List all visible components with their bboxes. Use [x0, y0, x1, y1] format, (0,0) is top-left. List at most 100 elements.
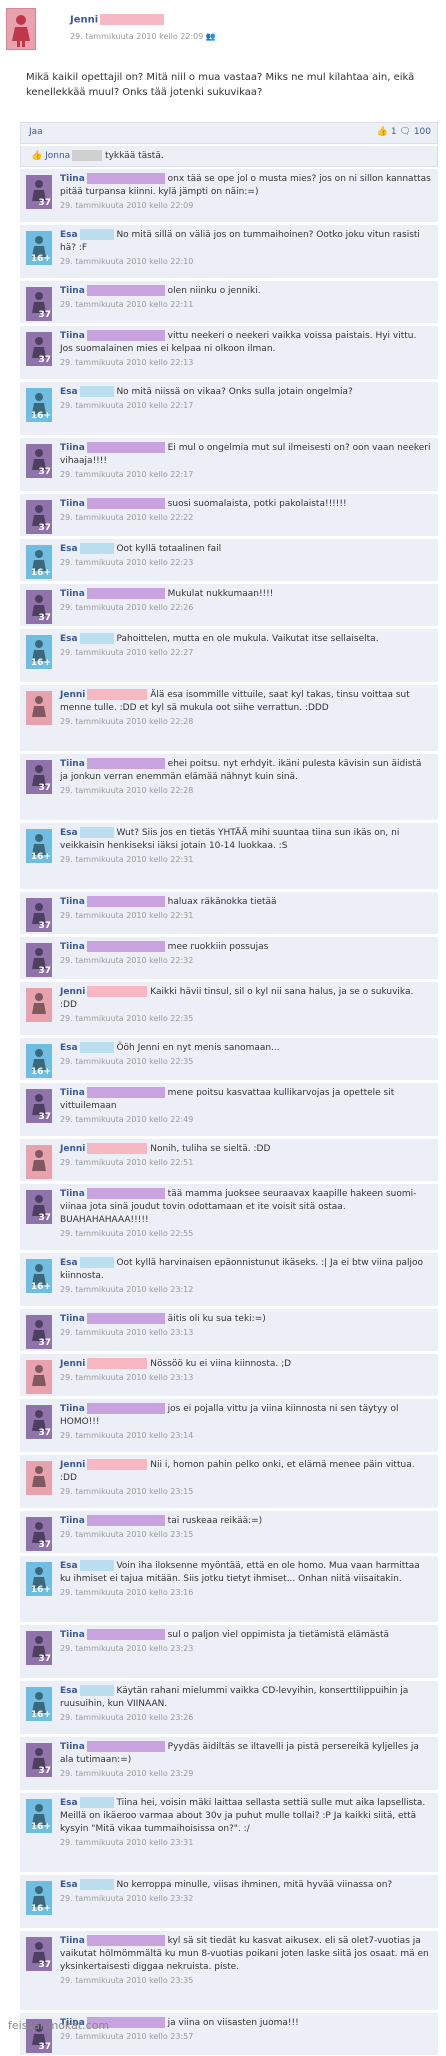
comment-icon[interactable]: 🗨	[400, 127, 411, 137]
comment-timestamp[interactable]: 29. tammikuuta 2010 kello 22:28	[60, 717, 193, 726]
avatar[interactable]: 37	[26, 1190, 52, 1224]
comment-timestamp[interactable]: 29. tammikuuta 2010 kello 23:26	[60, 1713, 193, 1722]
commenter-name[interactable]: Tiina	[60, 1742, 85, 1752]
comment-timestamp[interactable]: 29. tammikuuta 2010 kello 23:35	[60, 1976, 193, 1985]
comment-timestamp[interactable]: 29. tammikuuta 2010 kello 22:13	[60, 358, 193, 367]
avatar[interactable]: 37	[26, 444, 52, 478]
avatar[interactable]: 37	[26, 1937, 52, 1971]
commenter-name[interactable]: Jenni	[60, 1144, 85, 1154]
poster-name[interactable]: Jenni	[70, 14, 165, 26]
commenter-name[interactable]: Esa	[60, 230, 78, 240]
author-text[interactable]: Jenni	[70, 15, 98, 26]
comment-timestamp[interactable]: 29. tammikuuta 2010 kello 23:23	[60, 1644, 193, 1653]
commenter-name[interactable]: Esa	[60, 387, 78, 397]
avatar[interactable]: 16+	[26, 1799, 52, 1833]
avatar[interactable]	[26, 1360, 52, 1394]
commenter-name[interactable]: Esa	[60, 1043, 78, 1053]
avatar[interactable]: 16+	[26, 829, 52, 863]
commenter-name[interactable]: Tiina	[60, 1314, 85, 1324]
comment-timestamp[interactable]: 29. tammikuuta 2010 kello 23:14	[60, 1431, 193, 1440]
comment-timestamp[interactable]: 29. tammikuuta 2010 kello 22:35	[60, 1057, 193, 1066]
comment-timestamp[interactable]: 29. tammikuuta 2010 kello 22:17	[60, 470, 193, 479]
avatar[interactable]: 37	[26, 332, 52, 366]
commenter-name[interactable]: Jenni	[60, 1460, 85, 1470]
commenter-name[interactable]: Tiina	[60, 1936, 85, 1946]
avatar[interactable]: 16+	[26, 1881, 52, 1915]
commenter-name[interactable]: Jenni	[60, 987, 85, 997]
commenter-name[interactable]: Esa	[60, 828, 78, 838]
commenter-name[interactable]: Tiina	[60, 286, 85, 296]
comment-timestamp[interactable]: 29. tammikuuta 2010 kello 23:16	[60, 1588, 193, 1597]
comment-timestamp[interactable]: 29. tammikuuta 2010 kello 22:23	[60, 558, 193, 567]
commenter-name[interactable]: Tiina	[60, 1189, 85, 1199]
avatar[interactable]: 37	[26, 590, 52, 624]
comment-timestamp[interactable]: 29. tammikuuta 2010 kello 22:28	[60, 786, 193, 795]
comment-timestamp[interactable]: 29. tammikuuta 2010 kello 23:15	[60, 1487, 193, 1496]
avatar[interactable]: 37	[26, 1315, 52, 1349]
liker-name[interactable]: Jonna	[45, 151, 70, 161]
comment-timestamp[interactable]: 29. tammikuuta 2010 kello 23:15	[60, 1530, 193, 1539]
avatar[interactable]: 37	[26, 1405, 52, 1439]
share-link[interactable]: Jaa	[29, 127, 43, 137]
avatar[interactable]	[26, 691, 52, 725]
commenter-name[interactable]: Esa	[60, 1686, 78, 1696]
commenter-name[interactable]: Esa	[60, 634, 78, 644]
commenter-name[interactable]: Esa	[60, 1561, 78, 1571]
commenter-name[interactable]: Esa	[60, 544, 78, 554]
avatar[interactable]	[26, 1461, 52, 1495]
avatar[interactable]: 37	[26, 760, 52, 794]
commenter-name[interactable]: Esa	[60, 1880, 78, 1890]
commenter-name[interactable]: Tiina	[60, 331, 85, 341]
avatar[interactable]	[26, 988, 52, 1022]
comment-timestamp[interactable]: 29. tammikuuta 2010 kello 22:11	[60, 300, 193, 309]
comment-timestamp[interactable]: 29. tammikuuta 2010 kello 23:13	[60, 1373, 193, 1382]
comment-timestamp[interactable]: 29. tammikuuta 2010 kello 22:35	[60, 1014, 193, 1023]
commenter-name[interactable]: Esa	[60, 1258, 78, 1268]
commenter-name[interactable]: Tiina	[60, 499, 85, 509]
avatar[interactable]: 37	[26, 1517, 52, 1551]
commenter-name[interactable]: Tiina	[60, 759, 85, 769]
avatar[interactable]: 37	[26, 500, 52, 534]
commenter-name[interactable]: Tiina	[60, 443, 85, 453]
avatar[interactable]: 16+	[26, 388, 52, 422]
commenter-name[interactable]: Tiina	[60, 942, 85, 952]
comment-timestamp[interactable]: 29. tammikuuta 2010 kello 22:31	[60, 855, 193, 864]
avatar[interactable]: 16+	[26, 1044, 52, 1078]
avatar[interactable]	[26, 1145, 52, 1179]
commenter-name[interactable]: Tiina	[60, 589, 85, 599]
avatar[interactable]: 37	[26, 1631, 52, 1665]
commenter-name[interactable]: Esa	[60, 1798, 78, 1808]
comment-timestamp[interactable]: 29. tammikuuta 2010 kello 22:27	[60, 648, 193, 657]
avatar[interactable]: 37	[26, 1089, 52, 1123]
commenter-name[interactable]: Tiina	[60, 1630, 85, 1640]
commenter-name[interactable]: Tiina	[60, 1516, 85, 1526]
avatar[interactable]: 16+	[26, 231, 52, 265]
comment-timestamp[interactable]: 29. tammikuuta 2010 kello 22:10	[60, 257, 193, 266]
comment-timestamp[interactable]: 29. tammikuuta 2010 kello 22:09	[60, 201, 193, 210]
avatar[interactable]: 37	[26, 943, 52, 977]
avatar[interactable]	[6, 8, 36, 50]
comment-timestamp[interactable]: 29. tammikuuta 2010 kello 22:26	[60, 603, 193, 612]
comment-timestamp[interactable]: 29. tammikuuta 2010 kello 23:32	[60, 1894, 193, 1903]
comment-timestamp[interactable]: 29. tammikuuta 2010 kello 22:17	[60, 401, 193, 410]
comment-timestamp[interactable]: 29. tammikuuta 2010 kello 23:12	[60, 1285, 193, 1294]
avatar[interactable]: 16+	[26, 635, 52, 669]
avatar[interactable]: 37	[26, 287, 52, 321]
commenter-name[interactable]: Tiina	[60, 1088, 85, 1098]
comment-timestamp[interactable]: 29. tammikuuta 2010 kello 23:29	[60, 1769, 193, 1778]
comment-timestamp[interactable]: 29. tammikuuta 2010 kello 23:13	[60, 1328, 193, 1337]
thumbs-up-icon[interactable]: 👍	[377, 127, 388, 137]
avatar[interactable]: 16+	[26, 1259, 52, 1293]
avatar[interactable]: 16+	[26, 1687, 52, 1721]
avatar[interactable]: 37	[26, 175, 52, 209]
commenter-name[interactable]: Tiina	[60, 174, 85, 184]
commenter-name[interactable]: Jenni	[60, 1359, 85, 1369]
comment-count[interactable]: 100	[414, 127, 431, 137]
comment-timestamp[interactable]: 29. tammikuuta 2010 kello 22:51	[60, 1158, 193, 1167]
comment-timestamp[interactable]: 29. tammikuuta 2010 kello 22:31	[60, 911, 193, 920]
commenter-name[interactable]: Jenni	[60, 690, 85, 700]
comment-timestamp[interactable]: 29. tammikuuta 2010 kello 22:55	[60, 1229, 193, 1238]
commenter-name[interactable]: Tiina	[60, 1404, 85, 1414]
comment-timestamp[interactable]: 29. tammikuuta 2010 kello 22:32	[60, 956, 193, 965]
comment-timestamp[interactable]: 29. tammikuuta 2010 kello 22:22	[60, 513, 193, 522]
